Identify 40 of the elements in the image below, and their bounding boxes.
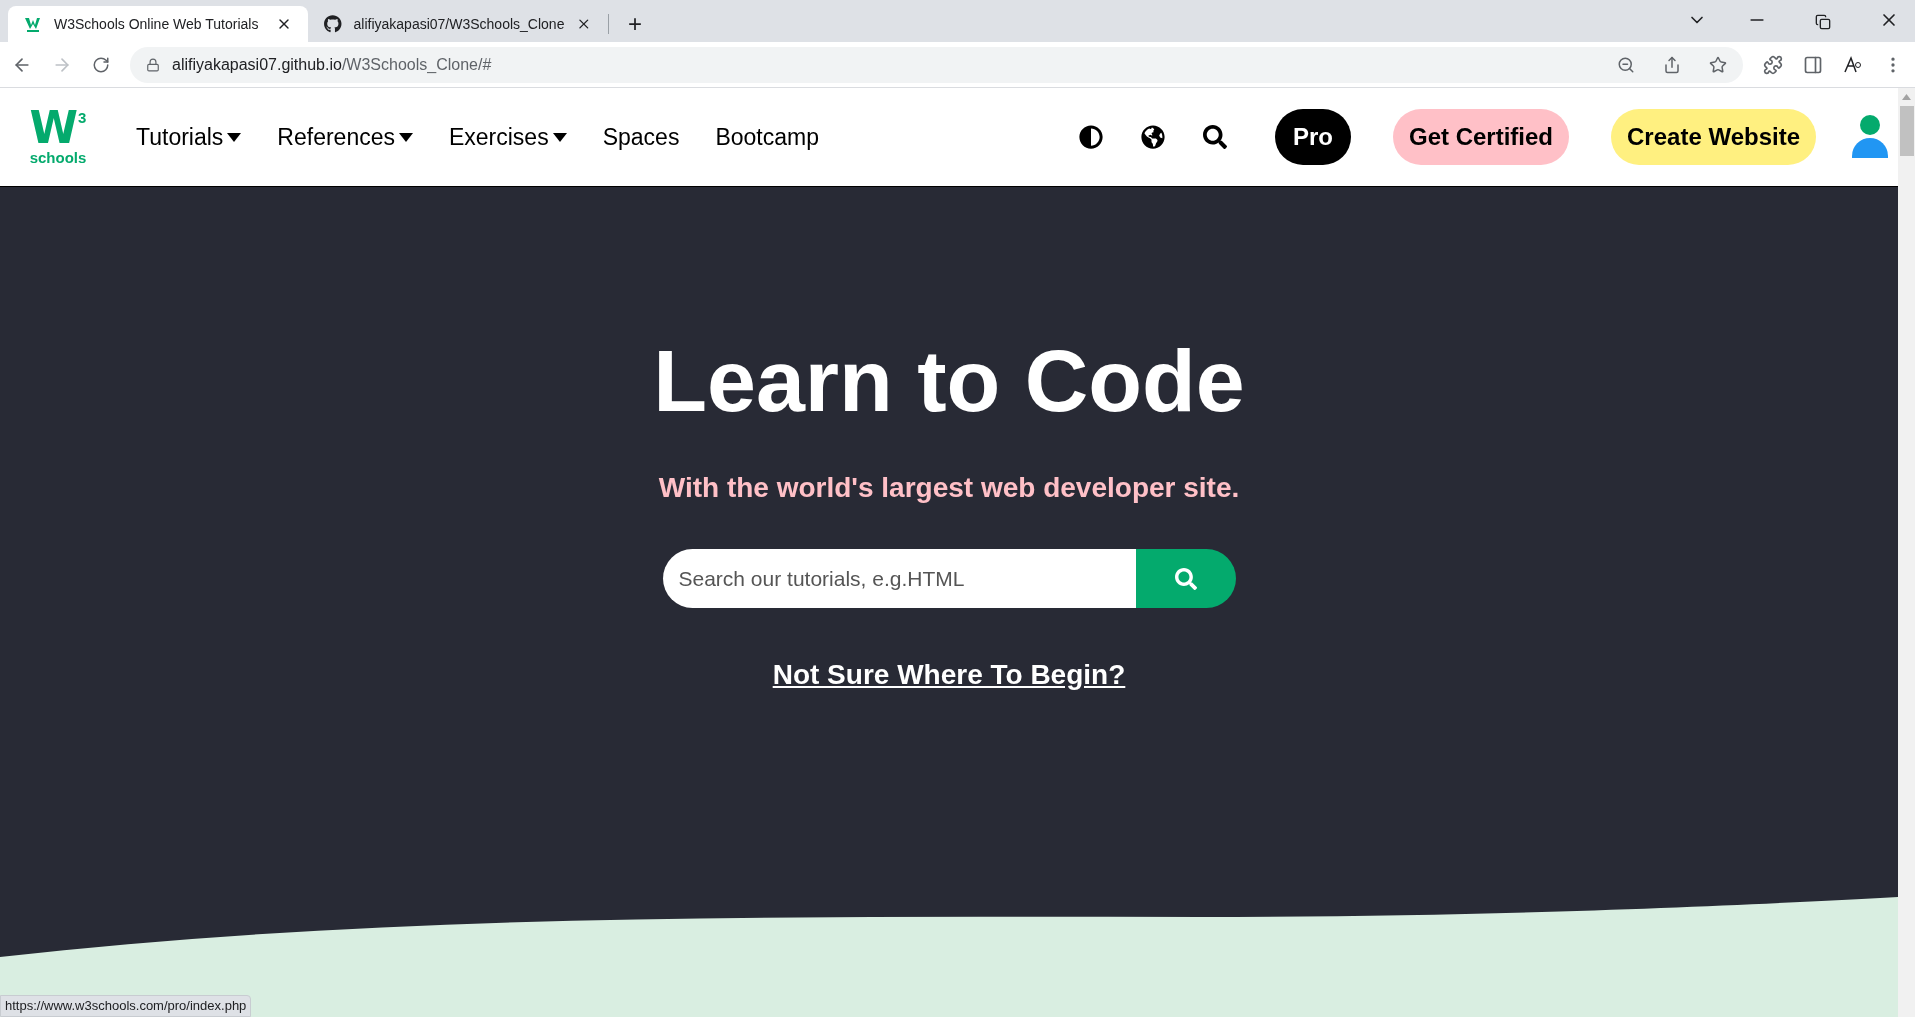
browser-tab[interactable]: W3Schools Online Web Tutorials [8, 6, 308, 42]
address-bar[interactable]: alifiyakapasi07.github.io/W3Schools_Clone/# [130, 46, 1743, 83]
search-field[interactable]: Search our tutorials, e.g.HTML [662, 549, 1136, 608]
nav-link[interactable]: Spaces [602, 119, 680, 155]
scrollbar-thumb[interactable] [1899, 106, 1914, 156]
search-icon [1174, 567, 1197, 590]
url-text: alifiyakapasi07.github.io/W3Schools_Clone/# [172, 54, 492, 75]
search-icon[interactable] [1203, 125, 1227, 149]
nav-link[interactable]: References [277, 119, 413, 155]
new-tab-button[interactable]: + [617, 6, 653, 42]
hero-subtitle: With the world's largest web developer site. [658, 471, 1240, 505]
user-avatar-icon[interactable] [1852, 115, 1888, 159]
nav-button[interactable]: Create Website [1611, 109, 1816, 165]
logo-icon [24, 15, 42, 33]
bookmark-star-icon[interactable] [1709, 55, 1727, 74]
zoom-out-icon[interactable] [1617, 55, 1635, 74]
caret-icon [227, 132, 242, 142]
globe-icon[interactable] [1141, 125, 1165, 149]
nav-link[interactable]: Bootcamp [715, 119, 819, 155]
restore-icon[interactable] [1815, 14, 1831, 30]
hero-title: Learn to Code [653, 337, 1245, 425]
browser-tab[interactable]: alifiyakapasi07/W3Schools_Clone [308, 6, 608, 42]
side-panel-icon[interactable] [1803, 54, 1823, 75]
reload-icon[interactable] [92, 55, 110, 74]
contrast-icon[interactable] [1079, 125, 1103, 149]
caret-icon [398, 132, 413, 142]
caret-icon [552, 132, 567, 142]
lock-icon [146, 57, 160, 72]
nav-link[interactable]: Tutorials [136, 119, 242, 155]
search-button[interactable] [1135, 549, 1236, 608]
extensions-icon[interactable] [1763, 54, 1783, 75]
status-url: https://www.w3schools.com/pro/index.php [0, 995, 252, 1017]
share-icon[interactable] [1663, 55, 1681, 74]
translate-icon[interactable] [1843, 54, 1863, 75]
scrollbar[interactable] [1898, 88, 1915, 1017]
github-icon [324, 15, 342, 33]
nav-button[interactable]: Get Certified [1393, 109, 1570, 165]
nav-link[interactable]: Exercises [448, 119, 567, 155]
hero-link[interactable]: Not Sure Where To Begin? [772, 654, 1126, 696]
nav-button[interactable]: Pro [1275, 109, 1351, 165]
